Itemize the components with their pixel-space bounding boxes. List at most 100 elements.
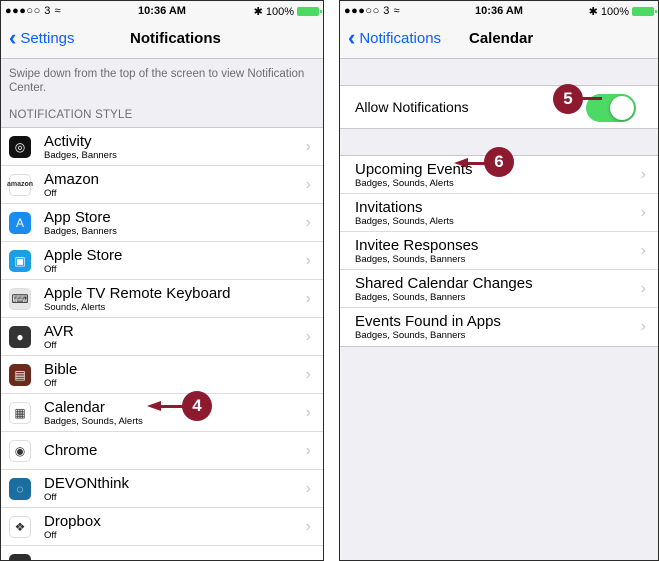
chevron-left-icon: ‹ bbox=[9, 25, 17, 50]
activity-icon: ◎ bbox=[9, 135, 31, 158]
page-title: Calendar bbox=[469, 30, 534, 47]
notifications-screen: ●●●○○ 3 ≈ 10:36 AM ✱ 100% ‹ Settings Not… bbox=[0, 0, 324, 561]
bible-icon: ▤ bbox=[9, 363, 31, 386]
app-name: Bible bbox=[44, 360, 78, 378]
callout-badge-6: 6 bbox=[484, 147, 514, 177]
page-title: Notifications bbox=[130, 30, 221, 47]
battery-icon bbox=[632, 7, 657, 16]
chevron-right-icon: › bbox=[640, 318, 646, 335]
callout-arrowhead-4 bbox=[147, 401, 161, 411]
app-name: Calendar bbox=[44, 398, 105, 416]
app-notification-style: Badges, Banners bbox=[44, 149, 117, 161]
app-notification-style: Off bbox=[44, 491, 57, 503]
app-store-icon: A bbox=[9, 211, 31, 234]
calendar-icon: ▦ bbox=[9, 401, 31, 424]
allow-notifications-row: Allow Notifications bbox=[340, 85, 658, 129]
app-name: App Store bbox=[44, 208, 111, 226]
app-row-apple-store[interactable]: ▣ Apple Store Off › bbox=[1, 242, 323, 280]
app-notification-style: Sounds, Alerts bbox=[44, 301, 106, 313]
section-header: NOTIFICATION STYLE bbox=[9, 109, 133, 121]
app-name: AVR bbox=[44, 322, 74, 340]
chevron-right-icon: › bbox=[305, 366, 311, 383]
alert-type-style: Badges, Sounds, Banners bbox=[355, 330, 466, 341]
callout-arrow-5 bbox=[580, 97, 602, 100]
app-name: Dropbox bbox=[44, 512, 101, 530]
calendar-row-shared-calendar-changes[interactable]: Shared Calendar Changes Badges, Sounds, B… bbox=[340, 270, 658, 308]
app-name: Apple TV Remote Keyboard bbox=[44, 284, 231, 302]
chevron-right-icon: › bbox=[305, 252, 311, 269]
chevron-right-icon: › bbox=[640, 280, 646, 297]
chrome-icon: ◉ bbox=[9, 439, 31, 462]
alert-type-style: Badges, Sounds, Banners bbox=[355, 253, 466, 265]
keyboard-icon: ⌨ bbox=[9, 287, 31, 310]
app-row-calendar[interactable]: ▦ Calendar Badges, Sounds, Alerts › bbox=[1, 394, 323, 432]
chevron-right-icon: › bbox=[305, 138, 311, 155]
dropbox-icon: ❖ bbox=[9, 515, 31, 538]
chevron-right-icon: › bbox=[640, 204, 646, 221]
battery-status: ✱ 100% bbox=[253, 5, 322, 18]
chevron-right-icon: › bbox=[640, 242, 646, 259]
chevron-right-icon: › bbox=[305, 518, 311, 535]
app-name: Amazon bbox=[44, 170, 100, 188]
chevron-right-icon: › bbox=[640, 166, 646, 183]
back-button[interactable]: ‹ Notifications bbox=[348, 25, 441, 50]
hint-text: Swipe down from the top of the screen to… bbox=[9, 68, 305, 94]
app-name: Evernote bbox=[44, 557, 104, 561]
chevron-right-icon: › bbox=[305, 328, 311, 345]
app-notification-style: Off bbox=[44, 187, 57, 199]
navigation-bar: ‹ Settings Notifications bbox=[1, 21, 323, 59]
alert-type-name: Invitations bbox=[355, 198, 423, 216]
app-row-amazon[interactable]: amazon Amazon Off › bbox=[1, 166, 323, 204]
alert-type-style: Badges, Sounds, Alerts bbox=[355, 177, 454, 189]
app-notification-style: Badges, Sounds, Alerts bbox=[44, 415, 143, 427]
status-bar: ●●●○○ 3 ≈ 10:36 AM ✱ 100% bbox=[340, 1, 658, 21]
app-notification-style: Off bbox=[44, 377, 57, 389]
calendar-row-events-found-in-apps[interactable]: Events Found in Apps Badges, Sounds, Bann… bbox=[340, 308, 658, 346]
calendar-notifications-screen: ●●●○○ 3 ≈ 10:36 AM ✱ 100% ‹ Notification… bbox=[339, 0, 659, 561]
chevron-right-icon: › bbox=[306, 556, 311, 560]
microphone-icon: ● bbox=[9, 325, 31, 348]
app-row-evernote[interactable]: ◆ Evernote › bbox=[1, 546, 323, 561]
chevron-right-icon: › bbox=[305, 290, 311, 307]
bluetooth-icon: ✱ bbox=[588, 6, 598, 18]
calendar-row-invitations[interactable]: Invitations Badges, Sounds, Alerts › bbox=[340, 194, 658, 232]
evernote-icon: ◆ bbox=[9, 554, 31, 560]
battery-status: ✱ 100% bbox=[588, 5, 657, 18]
app-row-devonthink[interactable]: ◌ DEVONthink Off › bbox=[1, 470, 323, 508]
app-row-dropbox[interactable]: ❖ Dropbox Off › bbox=[1, 508, 323, 546]
app-notification-style: Off bbox=[44, 339, 57, 351]
alert-type-style: Badges, Sounds, Alerts bbox=[355, 215, 454, 227]
alert-type-name: Shared Calendar Changes bbox=[355, 274, 533, 292]
callout-arrowhead-6 bbox=[454, 158, 468, 168]
amazon-icon: amazon bbox=[7, 173, 33, 196]
back-button[interactable]: ‹ Settings bbox=[9, 25, 75, 50]
app-row-chrome[interactable]: ◉ Chrome › bbox=[1, 432, 323, 470]
switch-knob bbox=[610, 96, 634, 120]
chevron-right-icon: › bbox=[305, 480, 311, 497]
app-row-activity[interactable]: ◎ Activity Badges, Banners › bbox=[1, 128, 323, 166]
chevron-right-icon: › bbox=[305, 176, 311, 193]
allow-notifications-label: Allow Notifications bbox=[355, 99, 469, 115]
alert-type-style: Badges, Sounds, Banners bbox=[355, 291, 466, 303]
alert-type-name: Events Found in Apps bbox=[355, 313, 501, 330]
app-name: Chrome bbox=[44, 442, 98, 459]
devonthink-icon: ◌ bbox=[9, 477, 31, 500]
app-notification-style: Badges, Banners bbox=[44, 225, 117, 237]
app-notification-style: Off bbox=[44, 263, 57, 275]
apple-store-icon: ▣ bbox=[9, 249, 31, 272]
callout-badge-5: 5 bbox=[553, 84, 583, 114]
app-row-app-store[interactable]: A App Store Badges, Banners › bbox=[1, 204, 323, 242]
chevron-right-icon: › bbox=[305, 404, 311, 421]
chevron-right-icon: › bbox=[305, 214, 311, 231]
chevron-right-icon: › bbox=[305, 442, 311, 459]
app-name: Activity bbox=[44, 132, 92, 150]
bluetooth-icon: ✱ bbox=[253, 6, 263, 18]
app-notification-style: Off bbox=[44, 529, 57, 541]
chevron-left-icon: ‹ bbox=[348, 25, 356, 50]
app-row-apple-tv-remote-keyboard[interactable]: ⌨ Apple TV Remote Keyboard Sounds, Alerts › bbox=[1, 280, 323, 318]
status-bar: ●●●○○ 3 ≈ 10:36 AM ✱ 100% bbox=[1, 1, 323, 21]
app-row-avr[interactable]: ● AVR Off › bbox=[1, 318, 323, 356]
calendar-row-invitee-responses[interactable]: Invitee Responses Badges, Sounds, Banners… bbox=[340, 232, 658, 270]
alert-type-name: Invitee Responses bbox=[355, 236, 479, 254]
app-row-bible[interactable]: ▤ Bible Off › bbox=[1, 356, 323, 394]
